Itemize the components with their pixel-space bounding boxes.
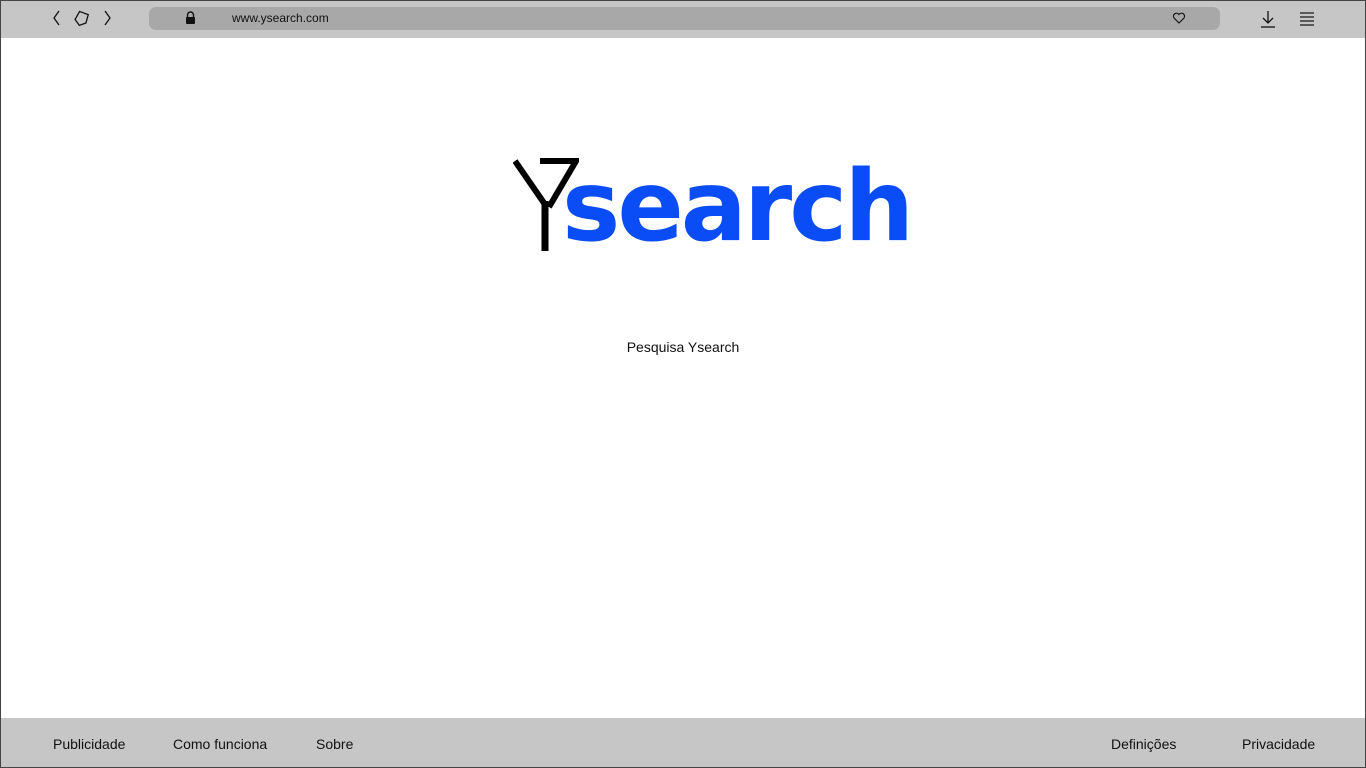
forward-button[interactable] <box>96 7 118 29</box>
ysearch-logo: search <box>513 157 914 257</box>
footer-link-definicoes[interactable]: Definições <box>1111 736 1176 752</box>
url-text[interactable]: www.ysearch.com <box>232 11 329 25</box>
download-icon <box>1261 11 1275 28</box>
browser-window: www.ysearch.com search Pesquisa Ysearch … <box>0 0 1366 768</box>
logo-wordmark: search <box>562 150 914 264</box>
back-button[interactable] <box>46 7 68 29</box>
footer-link-como-funciona[interactable]: Como funciona <box>173 736 267 752</box>
footer-link-sobre[interactable]: Sobre <box>316 736 353 752</box>
home-icon <box>74 10 90 27</box>
download-button[interactable] <box>1257 8 1279 30</box>
chevron-left-icon <box>53 10 60 26</box>
menu-button[interactable] <box>1296 8 1318 30</box>
browser-toolbar: www.ysearch.com <box>1 1 1365 38</box>
footer-link-privacidade[interactable]: Privacidade <box>1242 736 1315 752</box>
address-bar[interactable]: www.ysearch.com <box>149 7 1220 30</box>
search-link[interactable]: Pesquisa Ysearch <box>1 339 1365 355</box>
hamburger-menu-icon <box>1300 12 1314 26</box>
footer: Publicidade Como funciona Sobre Definiçõ… <box>1 718 1365 767</box>
home-button[interactable] <box>71 7 93 29</box>
lock-icon <box>186 11 195 24</box>
heart-icon[interactable] <box>1172 11 1186 25</box>
footer-link-publicidade[interactable]: Publicidade <box>53 736 125 752</box>
chevron-right-icon <box>104 10 111 26</box>
